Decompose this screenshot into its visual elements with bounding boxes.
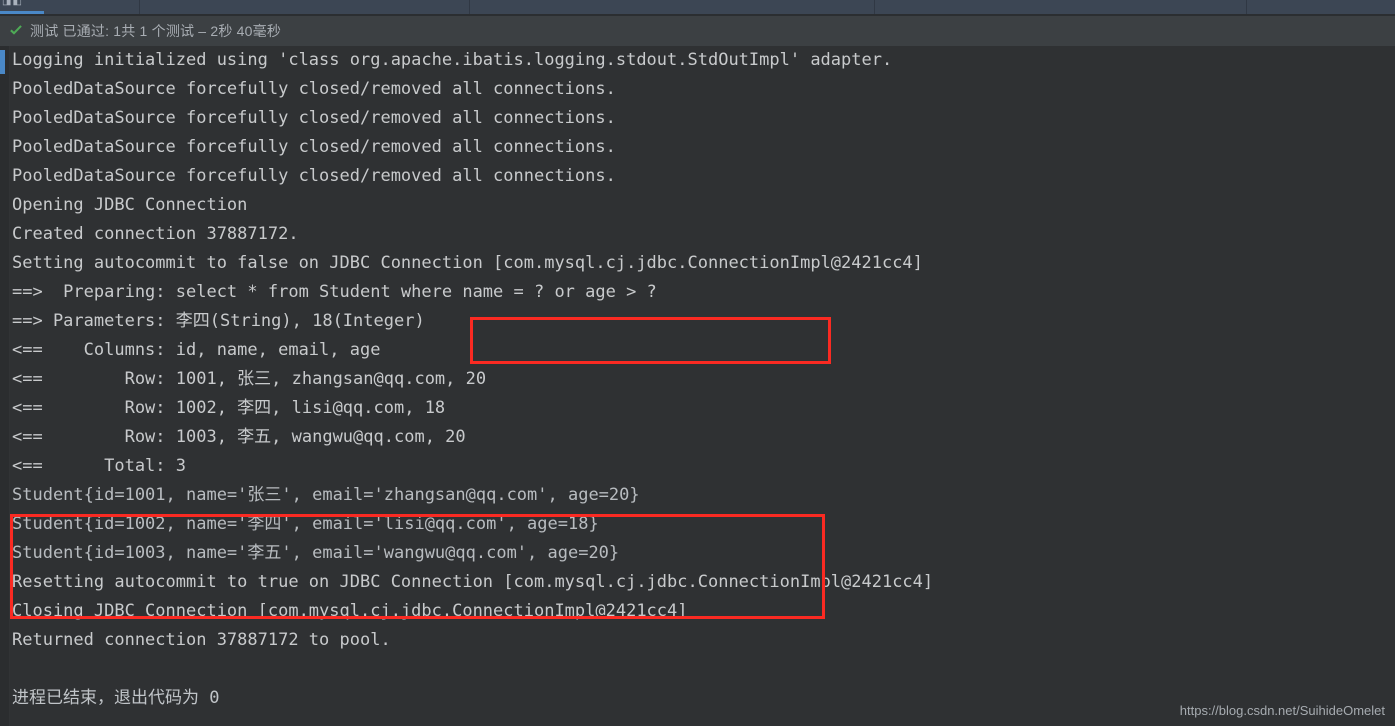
console-line: <== Row: 1003, 李五, wangwu@qq.com, 20	[12, 427, 466, 447]
console-line: Opening JDBC Connection	[12, 195, 248, 215]
console-line: PooledDataSource forcefully closed/remov…	[12, 79, 616, 99]
test-status-text: 测试 已通过: 1共 1 个测试 – 2秒 40毫秒	[30, 23, 282, 39]
test-status-bar: 测试 已通过: 1共 1 个测试 – 2秒 40毫秒	[0, 16, 1395, 46]
console-line: Student{id=1003, name='李五', email='wangw…	[12, 543, 620, 563]
watermark-url: https://blog.csdn.net/SuihideOmelet	[1179, 703, 1385, 718]
console-line: <== Row: 1002, 李四, lisi@qq.com, 18	[12, 398, 446, 418]
tab-5[interactable]	[1247, 0, 1395, 14]
console-line: PooledDataSource forcefully closed/remov…	[12, 166, 616, 186]
console-line: Logging initialized using 'class org.apa…	[12, 50, 893, 70]
console-gutter	[0, 46, 10, 726]
console-line: <== Total: 3	[12, 456, 186, 476]
ide-run-window: ◨◧ ⌃ 测试 已通过: 1共 1 个测试 – 2秒 40毫秒 Logging …	[0, 0, 1395, 726]
chevron-up-icon[interactable]: ⌃	[28, 0, 37, 8]
tab-icons: ◨◧	[2, 0, 23, 7]
console-line: ==> Parameters: 李四(String), 18(Integer)	[12, 311, 425, 331]
console-line: Student{id=1002, name='李四', email='lisi@…	[12, 514, 599, 534]
console-line: Student{id=1001, name='张三', email='zhang…	[12, 485, 640, 505]
check-icon	[10, 25, 22, 35]
console-output-panel[interactable]: Logging initialized using 'class org.apa…	[0, 46, 1395, 726]
console-line: PooledDataSource forcefully closed/remov…	[12, 108, 616, 128]
console-line: Returned connection 37887172 to pool.	[12, 630, 391, 650]
console-line: Resetting autocommit to true on JDBC Con…	[12, 572, 934, 592]
console-line: Setting autocommit to false on JDBC Conn…	[12, 253, 923, 273]
tab-4[interactable]	[875, 0, 1247, 14]
tool-window-tabstrip[interactable]: ◨◧ ⌃	[0, 0, 1395, 14]
console-line: PooledDataSource forcefully closed/remov…	[12, 137, 616, 157]
console-line: ==> Preparing: select * from Student whe…	[12, 282, 657, 302]
console-line: Closing JDBC Connection [com.mysql.cj.jd…	[12, 601, 688, 621]
console-line-list: Logging initialized using 'class org.apa…	[12, 46, 1395, 713]
console-line: <== Row: 1001, 张三, zhangsan@qq.com, 20	[12, 369, 487, 389]
tab-2[interactable]	[140, 0, 470, 14]
console-line: <== Columns: id, name, email, age	[12, 340, 381, 360]
tab-active[interactable]: ◨◧ ⌃	[0, 0, 140, 14]
console-line: Created connection 37887172.	[12, 224, 299, 244]
console-gutter-marker	[0, 50, 5, 74]
tab-3[interactable]	[470, 0, 875, 14]
